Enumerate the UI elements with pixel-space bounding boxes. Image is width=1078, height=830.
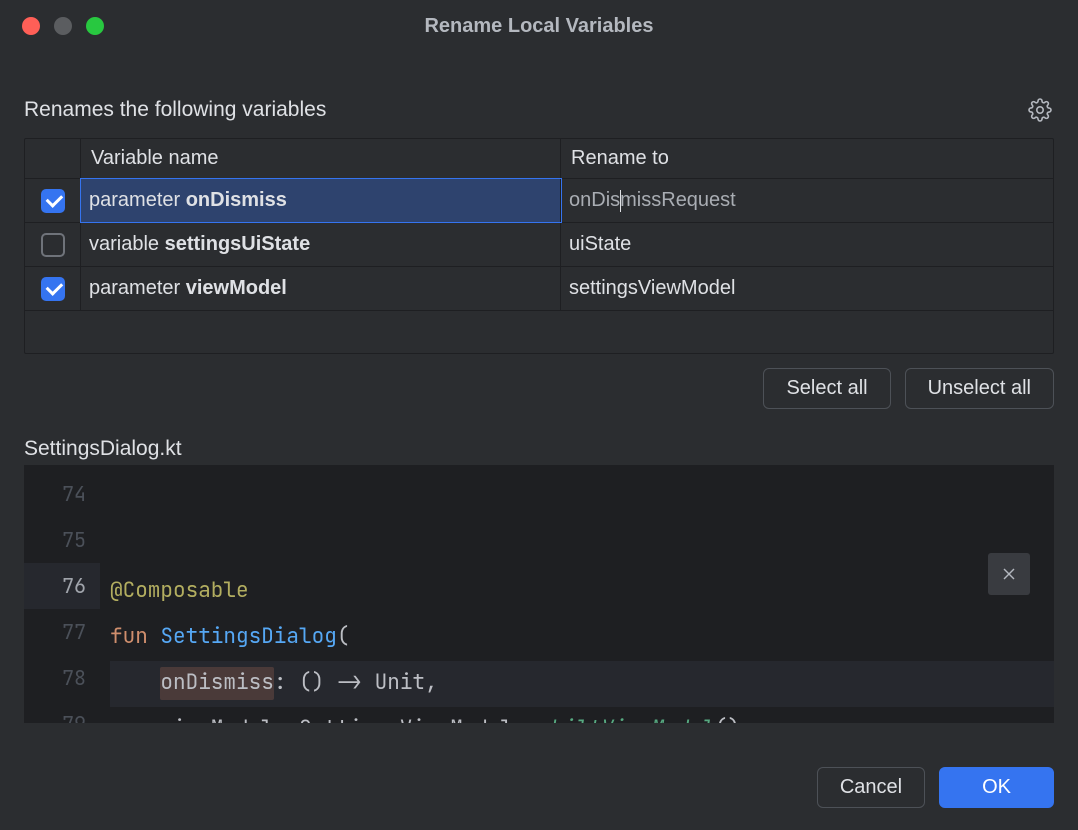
code-line: @Composable: [110, 569, 1054, 615]
close-preview-button[interactable]: [988, 553, 1030, 595]
unselect-all-button[interactable]: Unselect all: [905, 368, 1054, 409]
table-header: Variable name Rename to: [25, 139, 1053, 179]
dialog-content: Renames the following variables Variable…: [0, 52, 1078, 723]
variable-name-cell[interactable]: parameter onDismiss: [81, 179, 561, 222]
table-row[interactable]: variable settingsUiState uiState: [25, 223, 1053, 267]
settings-gear-button[interactable]: [1026, 96, 1054, 124]
variable-name-text: parameter viewModel: [89, 277, 287, 300]
line-number: 76: [24, 563, 100, 609]
line-number: 77: [30, 609, 86, 655]
row-checkbox-cell: [25, 179, 81, 222]
col-variable-name: Variable name: [81, 139, 561, 178]
row-checkbox[interactable]: [41, 277, 65, 301]
close-icon: [1002, 567, 1016, 581]
table-blank-row: [25, 311, 1053, 353]
col-checkbox: [25, 139, 81, 178]
line-number: 74: [30, 471, 86, 517]
gear-icon: [1028, 98, 1052, 122]
code-preview: 747576777879 @Composablefun SettingsDial…: [24, 465, 1054, 723]
code-area: @Composablefun SettingsDialog( onDismiss…: [100, 465, 1054, 723]
rename-input[interactable]: onDismissRequest: [569, 187, 1045, 214]
rename-table: Variable name Rename to parameter onDism…: [24, 138, 1054, 354]
variable-name-cell[interactable]: parameter viewModel: [81, 267, 561, 310]
rename-to-cell[interactable]: settingsViewModel: [561, 267, 1053, 310]
code-line: viewModel: SettingsViewModel = hiltViewM…: [110, 707, 1054, 723]
rename-to-text: settingsViewModel: [569, 277, 735, 300]
variable-name-text: parameter onDismiss: [89, 189, 287, 212]
row-checkbox[interactable]: [41, 189, 65, 213]
ok-button[interactable]: OK: [939, 767, 1054, 808]
dialog-footer: Cancel OK: [0, 749, 1078, 830]
row-checkbox[interactable]: [41, 233, 65, 257]
variable-name-cell[interactable]: variable settingsUiState: [81, 223, 561, 266]
variable-name-text: variable settingsUiState: [89, 233, 310, 256]
line-number: 78: [30, 655, 86, 701]
row-checkbox-cell: [25, 223, 81, 266]
rename-to-text: uiState: [569, 233, 631, 256]
select-all-button[interactable]: Select all: [763, 368, 890, 409]
window-title: Rename Local Variables: [0, 15, 1078, 38]
table-row[interactable]: parameter onDismiss onDismissRequest: [25, 179, 1053, 223]
rename-to-cell[interactable]: onDismissRequest: [561, 179, 1053, 222]
line-gutter: 747576777879: [24, 465, 100, 723]
dialog-subheader: Renames the following variables: [24, 98, 326, 122]
rename-to-cell[interactable]: uiState: [561, 223, 1053, 266]
titlebar: Rename Local Variables: [0, 0, 1078, 52]
line-number: 79: [30, 701, 86, 723]
table-body: parameter onDismiss onDismissRequest varia…: [25, 179, 1053, 311]
col-rename-to: Rename to: [561, 139, 1053, 178]
code-line: fun SettingsDialog(: [110, 615, 1054, 661]
preview-filename: SettingsDialog.kt: [24, 437, 1054, 461]
cancel-button[interactable]: Cancel: [817, 767, 925, 808]
table-row[interactable]: parameter viewModel settingsViewModel: [25, 267, 1053, 311]
line-number: 75: [30, 517, 86, 563]
row-checkbox-cell: [25, 267, 81, 310]
code-line: onDismiss: () -> Unit,: [110, 661, 1054, 707]
